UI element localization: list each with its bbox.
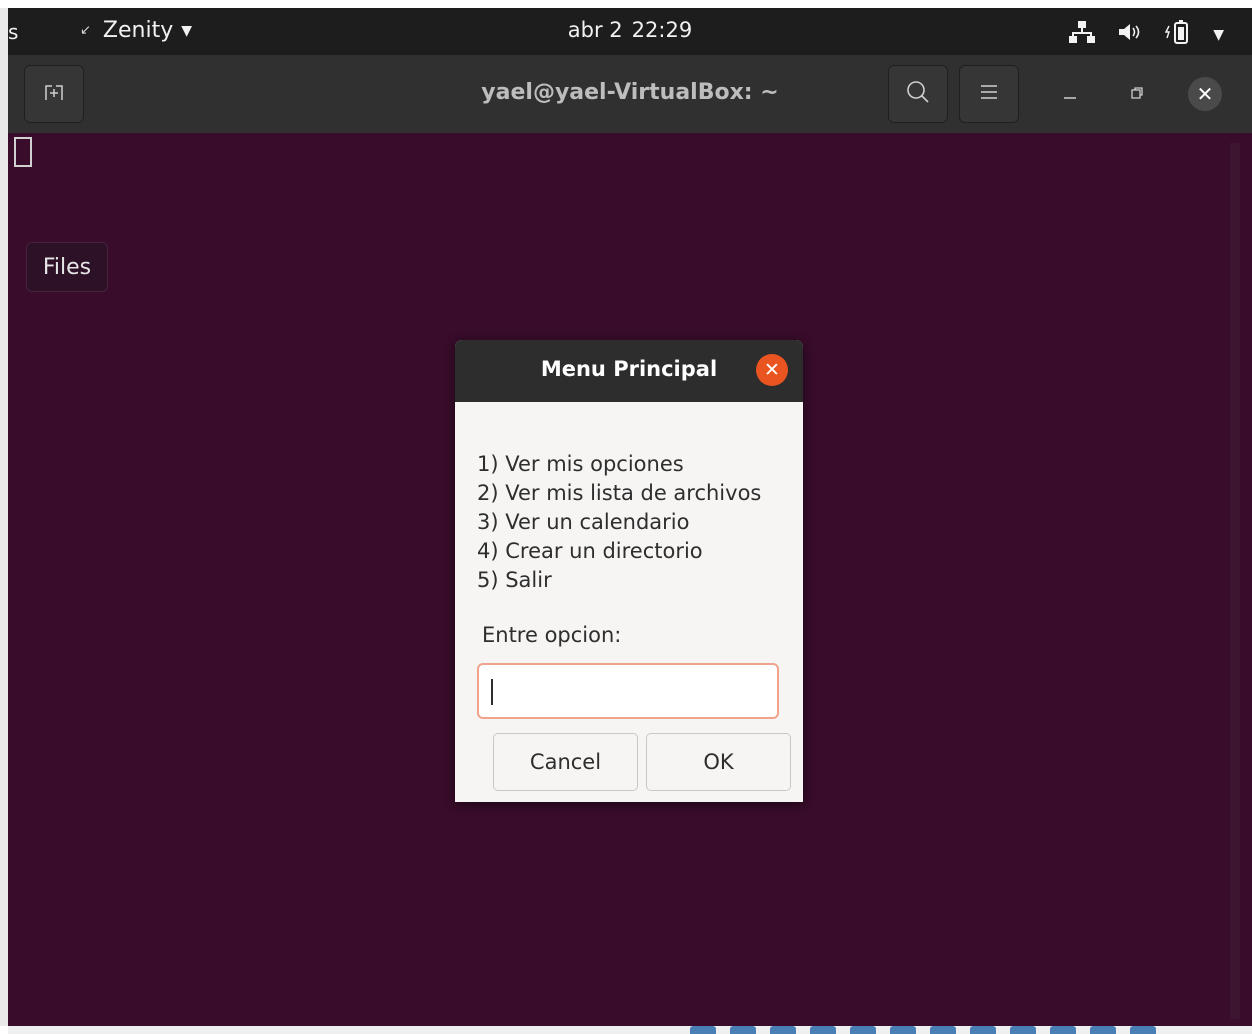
maximize-button[interactable]: [1120, 77, 1154, 111]
menu-line: 5) Salir: [477, 568, 552, 592]
entry-label: Entre opcion:: [482, 623, 622, 647]
files-tooltip: Files: [26, 242, 108, 292]
status-icon[interactable]: [1090, 1026, 1116, 1034]
dialog-close-button[interactable]: ✕: [756, 354, 788, 386]
menu-line: 2) Ver mis lista de archivos: [477, 481, 762, 505]
status-icon[interactable]: [930, 1026, 956, 1034]
ok-button[interactable]: OK: [646, 733, 791, 791]
menu-line: 3) Ver un calendario: [477, 510, 690, 534]
terminal-cursor: [14, 137, 32, 167]
restore-icon: [1130, 85, 1144, 104]
close-icon: ✕: [1196, 82, 1214, 106]
terminal-headerbar: yael@yael-VirtualBox: ~ ✕: [8, 55, 1252, 133]
menu-line: 4) Crear un directorio: [477, 539, 703, 563]
option-entry-input[interactable]: [477, 663, 779, 719]
clock-date: abr 2: [567, 18, 623, 42]
status-icon[interactable]: [730, 1026, 756, 1034]
host-window-edge: [0, 8, 8, 1026]
system-menu-caret-icon: ▼: [1213, 26, 1224, 43]
status-icon[interactable]: [850, 1026, 876, 1034]
network-icon: [1069, 21, 1096, 48]
menu-text: 1) Ver mis opciones 2) Ver mis lista de …: [477, 450, 787, 595]
dialog-headerbar: Menu Principal ✕: [455, 340, 803, 402]
cancel-button[interactable]: Cancel: [493, 733, 638, 791]
status-icon[interactable]: [890, 1026, 916, 1034]
hamburger-icon: [979, 83, 999, 105]
status-icon[interactable]: [770, 1026, 796, 1034]
close-window-button[interactable]: ✕: [1188, 77, 1222, 111]
close-icon: ✕: [764, 359, 780, 381]
status-icon[interactable]: [1050, 1026, 1076, 1034]
menu-button[interactable]: [959, 65, 1019, 123]
clock-time: 22:29: [631, 18, 693, 42]
terminal-scrollbar[interactable]: [1230, 143, 1240, 1019]
minimize-button[interactable]: [1053, 77, 1087, 111]
system-tray[interactable]: ▼: [1069, 20, 1224, 49]
minimize-icon: [1063, 85, 1077, 104]
volume-icon: [1117, 21, 1143, 48]
battery-icon: [1165, 20, 1191, 49]
text-caret: [491, 679, 493, 705]
screen: s ↙ Zenity ▼ abr 2 22:29 ▼ yael@yael-Vir…: [0, 0, 1252, 1034]
dialog-title: Menu Principal: [540, 357, 718, 381]
top-bar: s ↙ Zenity ▼ abr 2 22:29 ▼: [8, 8, 1252, 55]
status-icon[interactable]: [1130, 1026, 1156, 1034]
clock[interactable]: abr 2 22:29: [8, 18, 1252, 42]
search-icon: [906, 80, 930, 108]
status-icon[interactable]: [690, 1026, 716, 1034]
menu-line: 1) Ver mis opciones: [477, 452, 684, 476]
zenity-entry-dialog: Menu Principal ✕ 1) Ver mis opciones 2) …: [455, 340, 803, 802]
status-icon[interactable]: [1010, 1026, 1036, 1034]
virtualbox-status-icons: [690, 1026, 1156, 1034]
search-button[interactable]: [888, 65, 948, 123]
status-icon[interactable]: [810, 1026, 836, 1034]
status-icon[interactable]: [970, 1026, 996, 1034]
